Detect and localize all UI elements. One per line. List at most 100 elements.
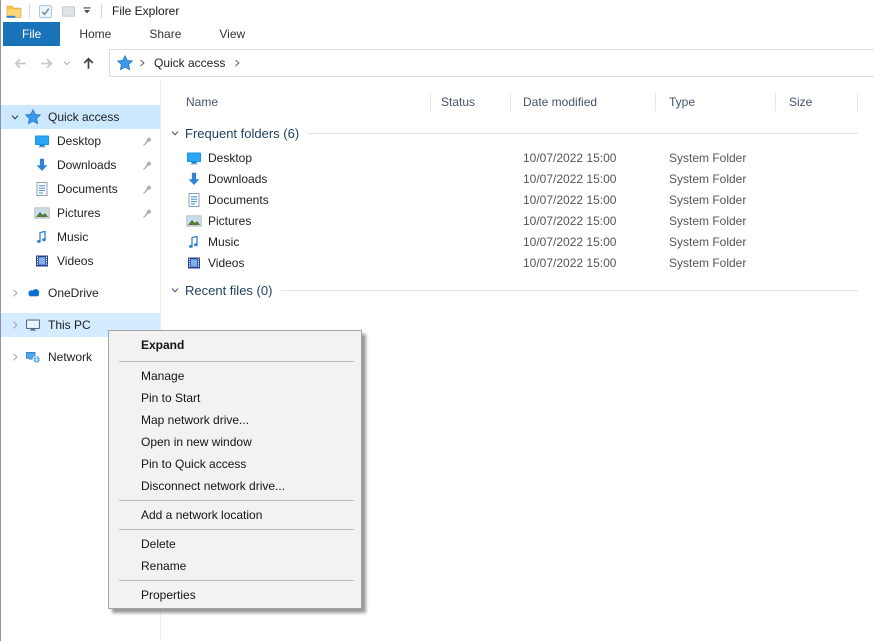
column-header-type[interactable]: Type <box>656 88 776 116</box>
menu-item-expand[interactable]: Expand <box>109 333 361 358</box>
sidebar-item-videos[interactable]: Videos <box>1 249 160 273</box>
pin-icon <box>141 207 154 220</box>
menu-item-map-network-drive[interactable]: Map network drive... <box>109 409 361 431</box>
tab-file[interactable]: File <box>3 22 60 46</box>
column-header-name[interactable]: Name <box>161 88 431 116</box>
column-header-row: Name Status Date modified Type Size <box>161 88 874 116</box>
file-row-desktop[interactable]: Desktop10/07/2022 15:00System Folder <box>161 147 874 168</box>
column-header-size[interactable]: Size <box>776 88 858 116</box>
tab-view[interactable]: View <box>200 22 264 46</box>
sidebar-item-label: Documents <box>57 182 141 196</box>
group-header-recent-files-0[interactable]: Recent files (0) <box>161 279 874 301</box>
file-list: Frequent folders (6) Desktop 10/07/2022 15… <box>161 122 874 301</box>
sidebar-item-onedrive[interactable]: OneDrive <box>1 281 160 305</box>
breadcrumb-chevron-icon[interactable] <box>231 57 243 69</box>
menu-item-properties[interactable]: Properties <box>109 584 361 606</box>
file-size <box>776 252 858 273</box>
qat-new-folder-icon[interactable] <box>60 3 76 19</box>
downloads-icon <box>186 171 202 187</box>
file-name: Downloads <box>208 172 267 186</box>
sidebar-item-quick-access[interactable]: Quick access <box>1 105 160 129</box>
nav-back-icon[interactable] <box>7 50 33 76</box>
menu-separator <box>119 529 354 530</box>
group-header-frequent-folders-6[interactable]: Frequent folders (6) <box>161 122 874 144</box>
sidebar-item-label: Music <box>57 230 160 244</box>
menu-item-open-in-new-window[interactable]: Open in new window <box>109 431 361 453</box>
file-status <box>431 189 511 210</box>
sidebar-item-downloads[interactable]: Downloads <box>1 153 160 177</box>
menu-item-rename[interactable]: Rename <box>109 555 361 577</box>
menu-item-pin-to-start[interactable]: Pin to Start <box>109 387 361 409</box>
pin-icon <box>141 183 154 196</box>
qat-separator <box>29 4 30 18</box>
chevron-down-icon[interactable] <box>9 111 25 123</box>
qat-customize-chevron-icon[interactable] <box>80 3 94 19</box>
chevron-right-icon[interactable] <box>9 351 25 363</box>
tab-share[interactable]: Share <box>130 22 200 46</box>
file-name: Desktop <box>208 151 252 165</box>
file-status <box>431 147 511 168</box>
file-type: System Folder <box>656 252 776 273</box>
column-header-status[interactable]: Status <box>431 88 511 116</box>
file-type: System Folder <box>656 168 776 189</box>
this-pc-icon <box>25 317 42 333</box>
file-name-cell: Music <box>161 231 431 252</box>
qat-properties-icon[interactable] <box>37 3 53 19</box>
chevron-right-icon[interactable] <box>9 319 25 331</box>
chevron-right-icon[interactable] <box>9 287 25 299</box>
chevron-down-icon[interactable] <box>169 284 183 296</box>
onedrive-icon <box>25 285 42 301</box>
app-folder-icon <box>6 3 22 19</box>
file-name-cell: Documents <box>161 189 431 210</box>
address-bar[interactable]: Quick access <box>109 49 874 77</box>
file-row-music[interactable]: Music10/07/2022 15:00System Folder <box>161 231 874 252</box>
group-header-label: Frequent folders (6) <box>185 126 299 141</box>
downloads-icon <box>34 157 51 173</box>
file-row-pictures[interactable]: Pictures10/07/2022 15:00System Folder <box>161 210 874 231</box>
breadcrumb-chevron-icon[interactable] <box>136 57 148 69</box>
file-date-modified: 10/07/2022 15:00 <box>511 189 656 210</box>
navigation-bar: Quick access <box>1 46 874 80</box>
network-icon <box>25 349 42 365</box>
file-row-documents[interactable]: Documents 10/07/2022 15:00System Folder <box>161 189 874 210</box>
file-date-modified: 10/07/2022 15:00 <box>511 147 656 168</box>
this-pc-context-menu: Expand ManagePin to StartMap network driv… <box>108 330 362 609</box>
title-bar: File Explorer <box>1 0 874 22</box>
file-name-cell: Videos <box>161 252 431 273</box>
file-name: Music <box>208 235 239 249</box>
file-name-cell: Desktop <box>161 147 431 168</box>
file-size <box>776 147 858 168</box>
music-icon <box>186 234 202 250</box>
window-title: File Explorer <box>112 4 179 18</box>
menu-item-manage[interactable]: Manage <box>109 365 361 387</box>
documents-icon <box>34 181 51 197</box>
file-date-modified: 10/07/2022 15:00 <box>511 168 656 189</box>
column-header-date-modified[interactable]: Date modified <box>511 88 656 116</box>
menu-separator <box>119 580 354 581</box>
sidebar-item-music[interactable]: Music <box>1 225 160 249</box>
sidebar-item-pictures[interactable]: Pictures <box>1 201 160 225</box>
title-separator <box>101 4 102 18</box>
desktop-icon <box>34 133 51 149</box>
menu-item-delete[interactable]: Delete <box>109 533 361 555</box>
menu-item-disconnect-network-drive[interactable]: Disconnect network drive... <box>109 475 361 497</box>
group-header-label: Recent files (0) <box>185 283 272 298</box>
file-row-videos[interactable]: Videos10/07/2022 15:00System Folder <box>161 252 874 273</box>
sidebar-item-desktop[interactable]: Desktop <box>1 129 160 153</box>
file-size <box>776 210 858 231</box>
file-type: System Folder <box>656 189 776 210</box>
pictures-icon <box>34 205 51 221</box>
menu-item-add-a-network-location[interactable]: Add a network location <box>109 504 361 526</box>
tab-home[interactable]: Home <box>60 22 130 46</box>
file-row-downloads[interactable]: Downloads 10/07/2022 15:00System Folder <box>161 168 874 189</box>
nav-forward-icon[interactable] <box>33 50 59 76</box>
nav-recent-dropdown-icon[interactable] <box>59 50 75 76</box>
pictures-icon <box>186 213 202 229</box>
videos-icon <box>34 253 51 269</box>
menu-item-pin-to-quick-access[interactable]: Pin to Quick access <box>109 453 361 475</box>
sidebar-item-documents[interactable]: Documents <box>1 177 160 201</box>
breadcrumb-segment[interactable]: Quick access <box>151 56 228 70</box>
nav-up-icon[interactable] <box>75 50 101 76</box>
chevron-down-icon[interactable] <box>169 127 183 139</box>
file-type: System Folder <box>656 231 776 252</box>
